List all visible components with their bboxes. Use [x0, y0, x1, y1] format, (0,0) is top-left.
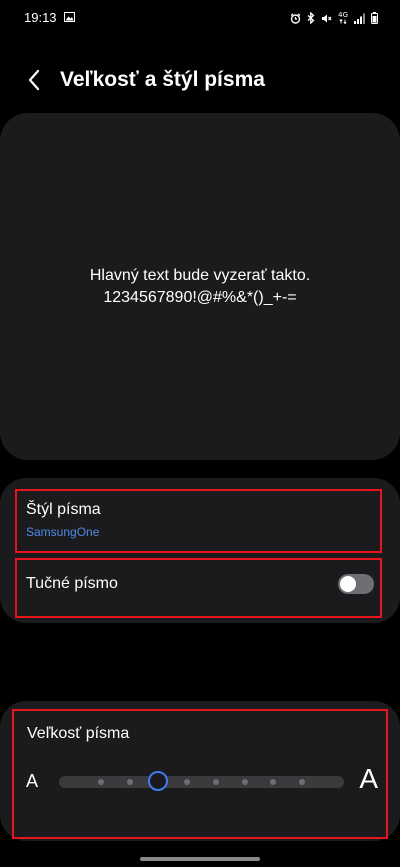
font-size-panel: Veľkosť písma A A — [12, 709, 388, 839]
font-settings-card: Štýl písma SamsungOne Tučné písmo — [0, 478, 400, 623]
mobile-data-icon: 4G — [338, 12, 348, 24]
toggle-knob — [340, 576, 356, 592]
font-size-label: Veľkosť písma — [27, 725, 130, 742]
large-font-icon: A — [359, 763, 378, 794]
gallery-icon — [64, 12, 75, 22]
mute-icon — [322, 14, 332, 22]
slider-step-dot — [241, 779, 248, 785]
page-title: Veľkosť a štýl písma — [60, 68, 265, 91]
font-style-item[interactable]: Štýl písma SamsungOne — [15, 489, 382, 553]
signal-icon — [354, 13, 365, 24]
small-font-icon: A — [26, 771, 39, 791]
slider-step-dot — [126, 779, 133, 785]
status-icons: 4G — [290, 10, 378, 26]
font-size-slider[interactable] — [59, 771, 344, 793]
data-arrows-icon — [339, 19, 347, 24]
app-header: Veľkosť a štýl písma — [0, 56, 400, 104]
slider-step-dot — [212, 779, 219, 785]
font-size-card: Veľkosť písma A A — [0, 701, 400, 841]
font-preview-card: Hlavný text bude vyzerať takto. 12345678… — [0, 113, 400, 460]
bold-font-label: Tučné písmo — [26, 575, 118, 592]
bold-font-toggle[interactable] — [338, 574, 374, 594]
chevron-left-icon — [28, 69, 40, 91]
slider-thumb[interactable] — [148, 771, 169, 791]
bold-font-item[interactable]: Tučné písmo — [15, 558, 382, 618]
preview-text-line-2: 1234567890!@#%&*()_+-= — [103, 288, 297, 306]
font-style-label: Štýl písma — [26, 501, 101, 518]
status-bar: 19:13 4G — [0, 0, 400, 36]
slider-step-dot — [299, 779, 305, 785]
alarm-icon — [290, 12, 301, 24]
home-indicator[interactable] — [140, 857, 260, 861]
slider-step-dot — [98, 779, 104, 785]
preview-text-line-1: Hlavný text bude vyzerať takto. — [89, 266, 311, 284]
font-style-value: SamsungOne — [26, 525, 100, 539]
network-type-label: 4G — [338, 11, 348, 19]
back-button[interactable] — [18, 64, 50, 96]
status-time: 19:13 — [24, 10, 57, 25]
bluetooth-icon — [307, 12, 315, 24]
battery-icon — [371, 12, 378, 24]
